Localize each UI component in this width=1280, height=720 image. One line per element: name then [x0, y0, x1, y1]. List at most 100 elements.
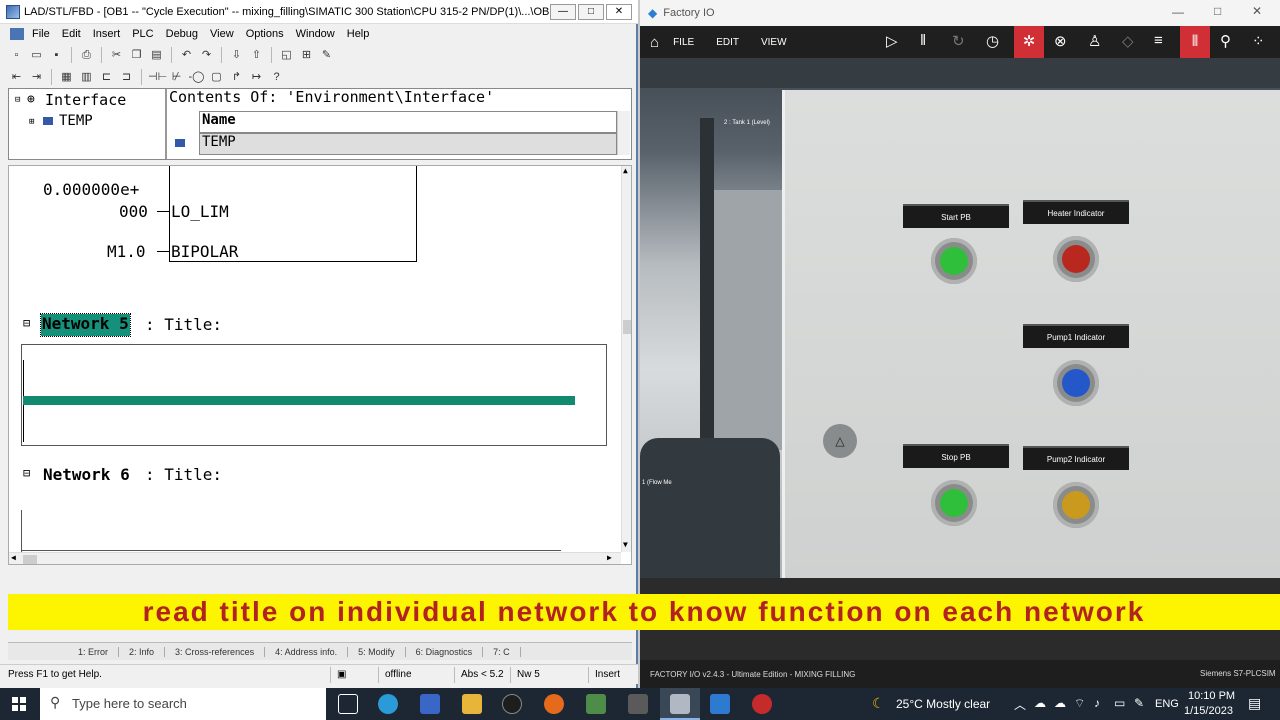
- factory-io-taskbar-icon[interactable]: [710, 694, 730, 714]
- simatic-manager-icon[interactable]: [586, 694, 606, 714]
- tab-error[interactable]: 1: Error: [8, 646, 120, 657]
- coil-icon[interactable]: -◯: [188, 69, 205, 85]
- scroll-left-icon[interactable]: ◀: [11, 553, 16, 562]
- tab-address-info[interactable]: 4: Address info.: [265, 646, 349, 657]
- scroll-thumb[interactable]: [623, 320, 631, 334]
- collapse-icon[interactable]: ⊟: [15, 95, 20, 105]
- onedrive-icon[interactable]: ☁: [1034, 696, 1046, 710]
- save-icon[interactable]: ▪: [48, 47, 65, 63]
- editor-vertical-scrollbar[interactable]: ▲ ▼: [621, 166, 631, 552]
- branch-close-icon[interactable]: ⊐: [118, 69, 135, 85]
- sensor-icon[interactable]: ⊗: [1054, 32, 1067, 50]
- column-header-name[interactable]: Name: [199, 111, 617, 133]
- menu-help[interactable]: Help: [341, 28, 376, 40]
- accessible-nodes-icon[interactable]: ✎: [318, 47, 335, 63]
- hscroll-thumb[interactable]: [23, 555, 37, 564]
- menu-debug[interactable]: Debug: [160, 28, 204, 40]
- plcsim-icon[interactable]: [628, 694, 648, 714]
- pen-icon[interactable]: ✎: [1134, 696, 1144, 710]
- network6-label[interactable]: Network 6: [43, 465, 130, 484]
- download-icon[interactable]: ⇩: [228, 47, 245, 63]
- menu-edit-fio[interactable]: EDIT: [716, 37, 739, 48]
- paste-icon[interactable]: ▤: [148, 47, 165, 63]
- network-icon[interactable]: ⊞: [298, 47, 315, 63]
- tab-diagnostics[interactable]: 6: Diagnostics: [406, 646, 484, 657]
- volume-icon[interactable]: ♪: [1094, 696, 1100, 710]
- menu-edit[interactable]: Edit: [56, 28, 87, 40]
- fio-3d-scene[interactable]: 2 : Tank 1 (Level) 1 (Flow Me Start PB H…: [640, 58, 1280, 578]
- battery-icon[interactable]: ▭: [1114, 696, 1125, 710]
- menu-view-fio[interactable]: VIEW: [761, 37, 787, 48]
- weather-text[interactable]: 25°C Mostly clear: [896, 697, 990, 711]
- tab-info[interactable]: 2: Info: [119, 646, 166, 657]
- scroll-down-icon[interactable]: ▼: [623, 540, 628, 549]
- tag-icon[interactable]: ◇: [1122, 32, 1134, 50]
- tree-item-interface[interactable]: Interface: [45, 91, 126, 109]
- tab-c[interactable]: 7: C: [483, 646, 521, 657]
- network5-rung-selected[interactable]: [23, 396, 575, 405]
- notification-icon[interactable]: ▤: [1248, 695, 1261, 712]
- menu-plc[interactable]: PLC: [126, 28, 159, 40]
- recorder-icon[interactable]: [752, 694, 772, 714]
- camera-icon[interactable]: ⚲: [1220, 32, 1231, 50]
- reset-icon[interactable]: ↻: [952, 32, 965, 50]
- fio-minimize-button[interactable]: —: [1172, 5, 1184, 19]
- minimize-button[interactable]: —: [550, 4, 576, 20]
- task-view-icon[interactable]: [338, 694, 358, 714]
- menu-file-fio[interactable]: FILE: [673, 37, 694, 48]
- io-icon[interactable]: ⫴: [1180, 26, 1210, 58]
- network5-collapse-icon[interactable]: ⊟: [23, 316, 30, 330]
- scroll-right-icon[interactable]: ▶: [607, 553, 612, 562]
- box-icon[interactable]: ▢: [208, 69, 225, 85]
- cloud-icon[interactable]: ☁: [1054, 696, 1066, 710]
- taskbar-search[interactable]: ⚲ Type here to search: [40, 688, 326, 720]
- show-hidden-icons[interactable]: ︿: [1014, 696, 1026, 713]
- monitor-icon[interactable]: ◱: [278, 47, 295, 63]
- fio-maximize-button[interactable]: □: [1214, 4, 1221, 18]
- wifi-icon[interactable]: ⌔: [1074, 696, 1085, 711]
- fio-close-button[interactable]: ✕: [1252, 4, 1262, 18]
- upload-icon[interactable]: ⇧: [248, 47, 265, 63]
- editor-horizontal-scrollbar[interactable]: ◀ ▶: [9, 552, 621, 564]
- person-icon[interactable]: ♙: [1088, 32, 1101, 50]
- cut-icon[interactable]: ✂: [108, 47, 125, 63]
- stop-pushbutton[interactable]: [931, 480, 977, 526]
- driver-icon[interactable]: ✲: [1014, 26, 1044, 58]
- expand-icon[interactable]: ⊞: [29, 117, 34, 127]
- close-button[interactable]: ✕: [606, 4, 632, 20]
- details-icon[interactable]: ▥: [78, 69, 95, 85]
- language-indicator[interactable]: ENG: [1155, 698, 1179, 710]
- home-icon[interactable]: ⌂: [650, 34, 659, 51]
- prev-network-icon[interactable]: ⇤: [8, 69, 25, 85]
- store-icon[interactable]: [420, 694, 440, 714]
- tree-item-temp[interactable]: TEMP: [59, 113, 93, 129]
- open-icon[interactable]: ▭: [28, 47, 45, 63]
- network5-rung-area[interactable]: [21, 344, 607, 446]
- new-icon[interactable]: ▫: [8, 47, 25, 63]
- overview-icon[interactable]: ▦: [58, 69, 75, 85]
- list-icon[interactable]: ≡: [1154, 32, 1163, 49]
- lad-editor-icon[interactable]: [670, 694, 690, 714]
- interface-scrollbar[interactable]: [617, 111, 630, 155]
- dell-icon[interactable]: [502, 694, 522, 714]
- play-icon[interactable]: ▷: [886, 32, 898, 50]
- pause-icon[interactable]: ‖: [920, 32, 926, 49]
- branch-open-icon[interactable]: ⊏: [98, 69, 115, 85]
- timer-icon[interactable]: ◷: [986, 32, 999, 50]
- menu-window[interactable]: Window: [290, 28, 341, 40]
- network5-title[interactable]: : Title:: [145, 315, 222, 334]
- network6-collapse-icon[interactable]: ⊟: [23, 466, 30, 480]
- print-icon[interactable]: ⎙: [78, 47, 95, 63]
- menu-options[interactable]: Options: [240, 28, 290, 40]
- next-network-icon[interactable]: ⇥: [28, 69, 45, 85]
- tab-cross-references[interactable]: 3: Cross-references: [165, 646, 266, 657]
- windows-start-icon[interactable]: [12, 697, 26, 711]
- undo-icon[interactable]: ↶: [178, 47, 195, 63]
- nc-contact-icon[interactable]: ⊬: [168, 69, 185, 85]
- connection-icon[interactable]: ↦: [248, 69, 265, 85]
- no-contact-icon[interactable]: ⊣⊢: [148, 69, 167, 85]
- table-row-temp[interactable]: TEMP: [199, 133, 617, 155]
- firefox-icon[interactable]: [544, 694, 564, 714]
- redo-icon[interactable]: ↷: [198, 47, 215, 63]
- branch-icon[interactable]: ↱: [228, 69, 245, 85]
